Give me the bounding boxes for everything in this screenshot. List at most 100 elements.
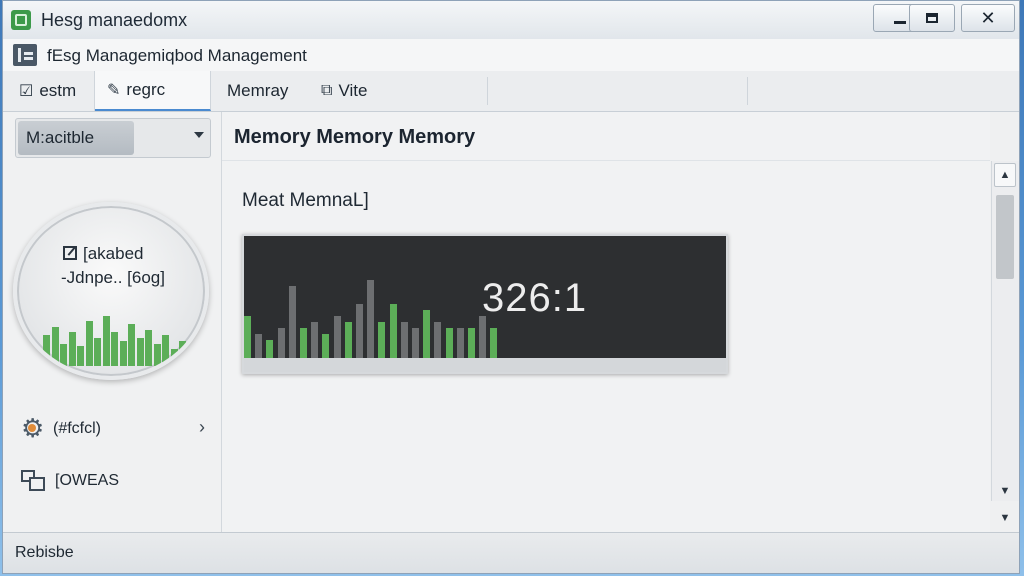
gauge-bar (187, 352, 195, 366)
tab-label: estm (39, 81, 77, 100)
scroll-up-button[interactable]: ▲ (994, 163, 1016, 187)
gauge-bar (162, 335, 169, 366)
chevron-right-icon: › (199, 417, 205, 437)
window-title: Hesg manaedomx (41, 10, 188, 30)
status-text: Rebisbe (15, 544, 74, 561)
memory-bar (479, 316, 487, 358)
memory-bar (468, 328, 475, 358)
memory-bar (434, 322, 442, 358)
app-menu-icon[interactable] (13, 44, 37, 66)
app-logo-icon (11, 10, 31, 30)
app-header: fEsg Managemiqbod Management (3, 39, 1019, 72)
scroll-thumb[interactable] (996, 195, 1014, 279)
section-label: Meat MemnaL] (242, 190, 369, 211)
gauge-bar (128, 324, 135, 366)
gauge-bar (51, 327, 59, 366)
maximize-icon (926, 13, 938, 23)
tab-memray[interactable]: Memray (217, 71, 309, 111)
tab-vite[interactable]: ⧉ Vite (315, 71, 415, 111)
chevron-down-icon: ▼ (999, 485, 1011, 497)
memory-bar (255, 334, 263, 358)
gauge-bar (153, 344, 161, 366)
memory-bar (378, 322, 386, 358)
tab-estm[interactable]: ☑ estm (9, 71, 95, 111)
corner-scroll-down-button[interactable]: ▼ (993, 507, 1017, 529)
memory-bar (277, 328, 285, 358)
chevron-down-icon (194, 132, 204, 138)
gauge-bar (102, 316, 110, 366)
pencil-icon: ✎ (107, 82, 121, 99)
sidebar-item-label: [OWEAS (55, 472, 120, 489)
memory-bar (367, 280, 375, 358)
sidebar-item-settings[interactable]: (#fcfcl) › (13, 412, 213, 446)
memory-bar (266, 340, 274, 358)
panel-floor (244, 358, 726, 372)
memory-bar (400, 322, 408, 358)
memory-readout: 326:1 (482, 276, 588, 320)
memory-bar (322, 334, 330, 358)
close-icon: ✕ (980, 7, 996, 28)
memory-bar (412, 328, 419, 358)
gauge-bar (136, 338, 144, 366)
gauge-line-1-text: [akabed (83, 244, 144, 263)
maximize-button[interactable] (909, 4, 955, 32)
minimize-icon (894, 20, 906, 24)
usage-gauge: [akabed -Jdnpe.. [6og] (13, 202, 209, 380)
gauge-bar (43, 335, 50, 366)
tab-label: Memray (227, 81, 289, 100)
memory-bar (344, 322, 352, 358)
tab-label: regrc (126, 80, 166, 99)
scroll-down-button[interactable]: ▼ (994, 483, 1016, 499)
tab-bar: ☑ estm ✎ regrc Memray ⧉ Vite (3, 71, 1019, 112)
memory-bar (300, 328, 307, 358)
close-button[interactable]: ✕ (961, 4, 1015, 32)
status-bar: Rebisbe (3, 532, 1019, 573)
gauge-bar (94, 338, 101, 366)
gauge-line-1: [akabed (63, 244, 144, 264)
window-stack-icon: ⧉ (321, 82, 333, 99)
gauge-bar (68, 332, 76, 366)
windows-icon (21, 470, 47, 492)
gauge-bar (111, 332, 118, 366)
gauge-line-2: -Jdnpe.. [6og] (61, 268, 165, 287)
memory-bar (456, 328, 464, 358)
divider (222, 160, 990, 161)
memory-bar (445, 328, 453, 358)
memory-bar (389, 304, 397, 358)
chevron-down-icon: ▼ (999, 512, 1011, 524)
memory-bar (244, 316, 251, 358)
main-content: Memory Memory Memory Meat MemnaL] 326:1 (222, 112, 990, 532)
gauge-sparkline (43, 306, 203, 376)
memory-bar (288, 286, 296, 358)
memory-bar (490, 328, 498, 358)
tab-divider (747, 77, 748, 105)
gauge-bar (60, 344, 67, 366)
checkbox-icon (63, 246, 77, 260)
gauge-bar (170, 349, 178, 366)
gauge-bar (77, 346, 84, 366)
memory-bar (423, 310, 431, 358)
sidebar-item-label: (#fcfcl) (53, 420, 101, 437)
select-value: M:acitble (18, 121, 134, 155)
gauge-bar (145, 330, 152, 366)
page-title: Memory Memory Memory (234, 126, 476, 148)
app-title: fEsg Managemiqbod Management (47, 46, 307, 65)
tab-regrc[interactable]: ✎ regrc (95, 71, 211, 111)
gear-icon (21, 413, 45, 444)
gauge-bar (119, 341, 127, 366)
chevron-up-icon: ▲ (999, 169, 1011, 181)
sidebar: M:acitble [akabed -Jdnpe.. [6og] (#fcfcl… (3, 112, 222, 532)
memory-bar (333, 316, 341, 358)
app-window: Hesg manaedomx ✕ fEsg Managemiqbod Manag… (2, 0, 1020, 574)
gauge-bar (85, 321, 93, 366)
vertical-scrollbar[interactable]: ▲ ▼ (991, 161, 1019, 501)
gauge-bar (179, 341, 186, 366)
sidebar-item-windows[interactable]: [OWEAS (13, 464, 213, 498)
memory-bar (356, 304, 363, 358)
memory-monitor-panel: 326:1 (242, 234, 728, 374)
checkbox-edit-icon: ☑ (19, 83, 34, 100)
machine-select[interactable]: M:acitble (15, 118, 211, 158)
title-bar[interactable]: Hesg manaedomx ✕ (3, 1, 1019, 40)
tab-divider (487, 77, 488, 105)
memory-bar (311, 322, 319, 358)
